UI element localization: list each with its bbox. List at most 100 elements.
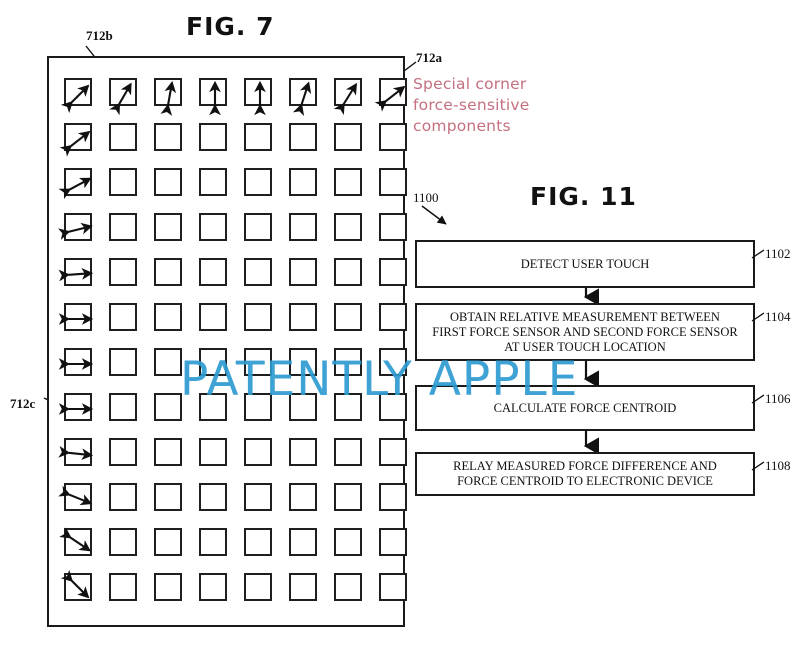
- sensor-cell-r9-c3: [199, 483, 227, 511]
- sensor-cell-r5-c4: [244, 303, 272, 331]
- sensor-cell-r10-c4: [244, 528, 272, 556]
- sensor-cell-r5-c1: [109, 303, 137, 331]
- force-sensitive-cell-r1-c0: [59, 123, 92, 157]
- force-sensitive-cell-r6-c0: [58, 348, 94, 376]
- flow-step-1102: DETECT USER TOUCH: [415, 240, 755, 288]
- sensor-cell-r3-c5: [289, 213, 317, 241]
- force-sensitive-cell-r8-c0: [58, 438, 94, 466]
- sensor-cell-r6-c3: [199, 348, 227, 376]
- force-sensitive-cell-r3-c0: [58, 213, 93, 241]
- sensor-cell-r10-c5: [289, 528, 317, 556]
- sensor-cell-r1-c6: [334, 123, 362, 151]
- sensor-cell-r6-c2: [154, 348, 182, 376]
- sensor-cell-r3-c7: [379, 213, 407, 241]
- flow-step-ref-1108: 1108: [765, 458, 791, 473]
- force-sensitive-cell-r11-c0: [60, 569, 92, 601]
- flow-step-ref-1104: 1104: [765, 309, 791, 324]
- reference-label-712a: 712a: [416, 50, 442, 65]
- flow-step-ref-1106: 1106: [765, 391, 791, 406]
- annotation-special-corner-components: Special corner force-sensitive component…: [413, 74, 588, 137]
- sensor-cell-r11-c5: [289, 573, 317, 601]
- sensor-cell-r10-c3: [199, 528, 227, 556]
- force-sensitive-cell-r10-c0: [59, 527, 92, 556]
- sensor-cell-r4-c2: [154, 258, 182, 286]
- sensor-cell-r1-c3: [199, 123, 227, 151]
- reference-label-712c: 712c: [10, 396, 36, 411]
- sensor-cell-r9-c2: [154, 483, 182, 511]
- sensor-cell-r5-c3: [199, 303, 227, 331]
- sensor-cell-r11-c4: [244, 573, 272, 601]
- sensor-cell-r10-c2: [154, 528, 182, 556]
- sensor-cell-r2-c7: [379, 168, 407, 196]
- sensor-cell-r11-c3: [199, 573, 227, 601]
- sensor-cell-r4-c4: [244, 258, 272, 286]
- force-sensitive-cell-r0-c1: [109, 78, 137, 116]
- sensor-cell-r11-c1: [109, 573, 137, 601]
- sensor-cell-r1-c7: [379, 123, 407, 151]
- sensor-cell-r8-c3: [199, 438, 227, 466]
- figure-7-sensor-panel: [47, 56, 407, 627]
- sensor-cell-r8-c6: [334, 438, 362, 466]
- force-sensitive-cell-r7-c0: [58, 393, 94, 421]
- sensor-cell-r4-c3: [199, 258, 227, 286]
- sensor-cell-r6-c7: [379, 348, 407, 376]
- flow-step-1102-line-1: DETECT USER TOUCH: [520, 256, 650, 271]
- sensor-cell-r9-c5: [289, 483, 317, 511]
- sensor-cell-r5-c6: [334, 303, 362, 331]
- sensor-cell-r8-c2: [154, 438, 182, 466]
- sensor-cell-r6-c4: [244, 348, 272, 376]
- sensor-cell-r6-c5: [289, 348, 317, 376]
- sensor-cell-r9-c1: [109, 483, 137, 511]
- sensor-cell-r7-c7: [379, 393, 407, 421]
- force-sensitive-cell-r0-c6: [333, 78, 362, 116]
- sensor-cell-r7-c1: [109, 393, 137, 421]
- flow-step-1104-line-1: OBTAIN RELATIVE MEASUREMENT BETWEEN: [450, 309, 720, 324]
- flow-step-1108: RELAY MEASURED FORCE DIFFERENCE AND FORCE…: [415, 452, 755, 496]
- sensor-cell-r9-c4: [244, 483, 272, 511]
- sensor-cell-r4-c5: [289, 258, 317, 286]
- sensor-cell-r1-c1: [109, 123, 137, 151]
- sensor-cell-r2-c4: [244, 168, 272, 196]
- force-sensitive-cell-r0-c4: [244, 78, 272, 116]
- sensor-cell-r10-c6: [334, 528, 362, 556]
- sensor-cell-r9-c6: [334, 483, 362, 511]
- flow-step-tick-1106: [751, 394, 765, 404]
- sensor-cell-r2-c2: [154, 168, 182, 196]
- sensor-cell-r6-c6: [334, 348, 362, 376]
- sensor-cell-r6-c1: [109, 348, 137, 376]
- sensor-cell-r11-c6: [334, 573, 362, 601]
- sensor-cell-r2-c6: [334, 168, 362, 196]
- flow-step-tick-1104: [751, 312, 765, 322]
- figure-7-title: FIG. 7: [186, 12, 275, 41]
- flow-step-tick-1102: [751, 249, 765, 259]
- sensor-cell-r9-c7: [379, 483, 407, 511]
- sensor-cell-r11-c7: [379, 573, 407, 601]
- force-sensitive-cell-r0-c7: [374, 78, 407, 112]
- flow-step-1108-line-1: RELAY MEASURED FORCE DIFFERENCE AND: [453, 459, 717, 473]
- sensor-cell-r10-c1: [109, 528, 137, 556]
- flow-connector-1106-to-1108: [583, 431, 600, 455]
- sensor-cell-r8-c1: [109, 438, 137, 466]
- sensor-cell-r11-c2: [154, 573, 182, 601]
- sensor-cell-r3-c4: [244, 213, 272, 241]
- sensor-cell-r3-c6: [334, 213, 362, 241]
- sensor-cell-r2-c5: [289, 168, 317, 196]
- annotation-line-1: Special corner: [413, 75, 527, 93]
- sensor-cell-r3-c3: [199, 213, 227, 241]
- sensor-cell-r1-c2: [154, 123, 182, 151]
- flow-step-ref-1102: 1102: [765, 246, 791, 261]
- force-sensitive-cell-r0-c3: [199, 78, 227, 116]
- sensor-cell-r3-c1: [109, 213, 137, 241]
- force-sensitive-cell-r4-c0: [58, 258, 94, 286]
- leader-arrow-1100: [421, 205, 447, 225]
- sensor-cell-r4-c1: [109, 258, 137, 286]
- sensor-cell-r5-c5: [289, 303, 317, 331]
- flow-step-1108-line-2: FORCE CENTROID TO ELECTRONIC DEVICE: [457, 474, 713, 488]
- flow-connector-1104-to-1106: [583, 361, 600, 388]
- sensor-cell-r5-c7: [379, 303, 407, 331]
- flow-step-1106-line-1: CALCULATE FORCE CENTROID: [493, 400, 677, 415]
- sensor-cell-r5-c2: [154, 303, 182, 331]
- sensor-cell-r7-c6: [334, 393, 362, 421]
- force-sensitive-cell-r9-c0: [58, 483, 93, 511]
- force-sensitive-cell-r0-c5: [289, 78, 317, 116]
